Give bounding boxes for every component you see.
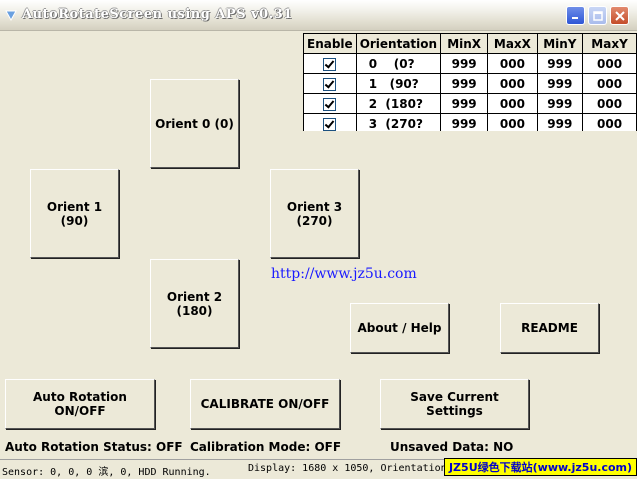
minx-cell[interactable]: 999	[440, 73, 489, 94]
table-row: 2 (180? 999 000 999 000	[303, 93, 637, 114]
close-button[interactable]	[610, 6, 629, 25]
table-row: 3 (270? 999 000 999 000	[303, 113, 637, 131]
display-readout: Display: 1680 x 1050, Orientation	[248, 463, 447, 474]
orient-2-button[interactable]: Orient 2 (180)	[150, 259, 239, 348]
maxx-cell[interactable]: 000	[487, 93, 538, 114]
enable-checkbox[interactable]	[323, 77, 337, 91]
minx-cell[interactable]: 999	[440, 53, 489, 74]
col-header-orientation: Orientation	[355, 33, 442, 54]
orientation-number: 3	[368, 116, 378, 131]
orient-1-button[interactable]: Orient 1 (90)	[30, 169, 119, 258]
about-help-button[interactable]: About / Help	[350, 303, 449, 353]
save-settings-button[interactable]: Save Current Settings	[380, 379, 529, 429]
app-window: AutoRotateScreen using APS v0.31 Enable …	[0, 0, 637, 479]
orientation-cell: 1 (90?	[355, 73, 442, 94]
window-title: AutoRotateScreen using APS v0.31	[22, 7, 293, 22]
miny-cell[interactable]: 999	[536, 113, 584, 131]
table-row: 0 (0? 999 000 999 000	[303, 53, 637, 74]
orientation-cell: 3 (270?	[355, 113, 442, 131]
col-header-enable: Enable	[303, 33, 357, 54]
app-icon	[5, 10, 17, 22]
maximize-icon	[592, 10, 603, 21]
maxx-cell[interactable]: 000	[487, 113, 538, 131]
enable-cell	[303, 73, 357, 94]
close-icon	[614, 10, 625, 21]
sensor-readout: Sensor: 0, 0, 0 滨, 0, HDD Running.	[2, 467, 211, 478]
readme-button[interactable]: README	[500, 303, 599, 353]
enable-cell	[303, 53, 357, 74]
orientation-number: 2	[368, 96, 378, 111]
orientation-label: (0?	[393, 56, 415, 71]
maximize-button[interactable]	[588, 6, 607, 25]
col-header-maxx: MaxX	[487, 33, 538, 54]
col-header-miny: MinY	[536, 33, 584, 54]
auto-rotation-status: Auto Rotation Status: OFF	[5, 440, 183, 454]
minx-cell[interactable]: 999	[440, 113, 489, 131]
miny-cell[interactable]: 999	[536, 93, 584, 114]
calibration-table: Enable Orientation MinX MaxX MinY MaxY 0…	[303, 33, 637, 131]
unsaved-data-status: Unsaved Data: NO	[390, 440, 514, 454]
auto-rotation-toggle-button[interactable]: Auto Rotation ON/OFF	[5, 379, 155, 429]
col-header-maxy: MaxY	[582, 33, 637, 54]
watermark-banner: JZ5U绿色下载站(www.jz5u.com)	[444, 458, 637, 476]
miny-cell[interactable]: 999	[536, 53, 584, 74]
enable-cell	[303, 113, 357, 131]
maxy-cell[interactable]: 000	[582, 73, 637, 94]
maxx-cell[interactable]: 000	[487, 73, 538, 94]
enable-checkbox[interactable]	[323, 117, 337, 131]
col-header-minx: MinX	[440, 33, 489, 54]
minx-cell[interactable]: 999	[440, 93, 489, 114]
table-row: 1 (90? 999 000 999 000	[303, 73, 637, 94]
minimize-icon	[572, 17, 578, 19]
orientation-cell: 0 (0?	[355, 53, 442, 74]
maxy-cell[interactable]: 000	[582, 93, 637, 114]
enable-checkbox[interactable]	[323, 97, 337, 111]
orient-3-button[interactable]: Orient 3 (270)	[270, 169, 359, 258]
enable-checkbox[interactable]	[323, 57, 337, 71]
maxy-cell[interactable]: 000	[582, 53, 637, 74]
enable-cell	[303, 93, 357, 114]
calibrate-toggle-button[interactable]: CALIBRATE ON/OFF	[190, 379, 340, 429]
table-header-row: Enable Orientation MinX MaxX MinY MaxY	[303, 33, 637, 54]
calibration-mode-status: Calibration Mode: OFF	[190, 440, 342, 454]
maxy-cell[interactable]: 000	[582, 113, 637, 131]
orientation-label: (90?	[389, 76, 419, 91]
calibration-table-wrapper: Enable Orientation MinX MaxX MinY MaxY 0…	[303, 33, 637, 131]
orientation-cell: 2 (180?	[355, 93, 442, 114]
orientation-label: (270?	[385, 116, 423, 131]
title-bar[interactable]: AutoRotateScreen using APS v0.31	[0, 0, 637, 31]
orientation-label: (180?	[385, 96, 423, 111]
orientation-number: 1	[368, 76, 378, 91]
maxx-cell[interactable]: 000	[487, 53, 538, 74]
minimize-button[interactable]	[566, 6, 585, 25]
website-link[interactable]: http://www.jz5u.com	[271, 266, 417, 282]
orientation-number: 0	[368, 56, 378, 71]
miny-cell[interactable]: 999	[536, 73, 584, 94]
orient-0-button[interactable]: Orient 0 (0)	[150, 79, 239, 168]
